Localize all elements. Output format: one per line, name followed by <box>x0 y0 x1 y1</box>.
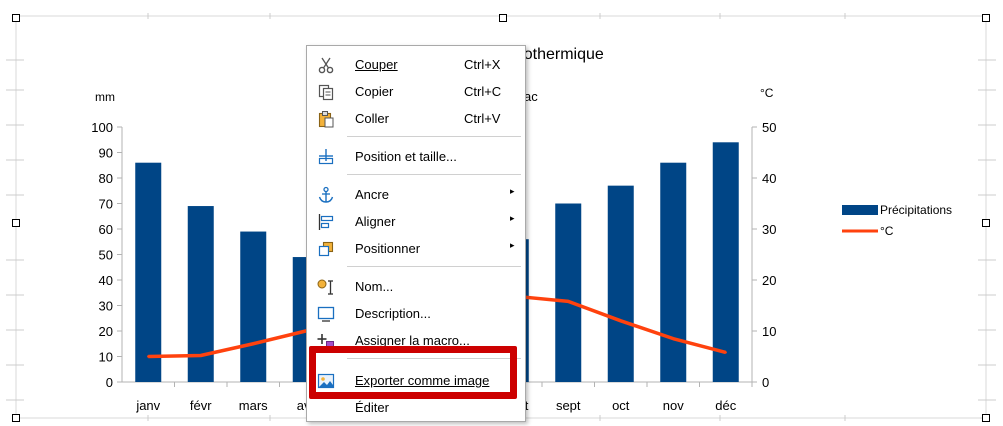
x-tick-label: mars <box>239 398 268 413</box>
menu-item-copy[interactable]: Copier Ctrl+C <box>307 79 525 105</box>
y-left-tick-label: 30 <box>99 299 113 314</box>
scissors-icon <box>318 57 334 74</box>
temperature-point-sept <box>567 300 570 303</box>
x-tick-label: déc <box>715 398 736 413</box>
handle-top-right[interactable] <box>982 14 990 22</box>
legend-label-temperature: °C <box>880 224 894 238</box>
handle-middle-right[interactable] <box>982 219 990 227</box>
bar-mars <box>240 231 267 382</box>
context-menu: Couper Ctrl+X Copier Ctrl+C Coller Ctrl+… <box>306 45 526 422</box>
y-right-tick-label: 20 <box>762 273 776 288</box>
menu-item-export-image[interactable]: Exporter comme image <box>307 368 525 394</box>
temperature-point-déc <box>724 351 727 354</box>
export-image-icon <box>317 373 335 389</box>
description-icon <box>317 306 335 322</box>
y-right-tick-label: 40 <box>762 171 776 186</box>
y-left-tick-label: 40 <box>99 273 113 288</box>
handle-top-center[interactable] <box>499 14 507 22</box>
y-left-tick-label: 0 <box>106 375 113 390</box>
bar-janv <box>135 162 162 382</box>
menu-item-anchor[interactable]: Ancre ▸ <box>307 182 525 208</box>
menu-item-edit[interactable]: Éditer <box>307 395 525 421</box>
submenu-arrow-icon: ▸ <box>510 240 515 250</box>
menu-item-label: Assigner la macro... <box>355 333 470 348</box>
handle-bottom-left[interactable] <box>12 414 20 422</box>
y-left-tick-label: 90 <box>99 146 113 161</box>
bar-oct <box>607 185 634 382</box>
menu-item-align[interactable]: Aligner ▸ <box>307 209 525 235</box>
y-right-tick-label: 50 <box>762 120 776 135</box>
x-tick-label: févr <box>190 398 212 413</box>
menu-item-label: Couper <box>355 57 398 72</box>
handle-bottom-right[interactable] <box>982 414 990 422</box>
menu-item-assign-macro[interactable]: Assigner la macro... <box>307 328 525 354</box>
menu-item-label: Aligner <box>355 214 396 229</box>
bar-sept <box>555 203 582 382</box>
y-right-tick-label: 10 <box>762 324 776 339</box>
menu-item-label: Position et taille... <box>355 149 457 164</box>
x-tick-label: sept <box>556 398 581 413</box>
y-left-tick-label: 50 <box>99 248 113 263</box>
y-left-tick-label: 20 <box>99 324 113 339</box>
x-tick-label: nov <box>663 398 684 413</box>
menu-item-label: Éditer <box>355 400 389 415</box>
menu-item-shortcut: Ctrl+C <box>464 84 502 99</box>
y-left-tick-label: 70 <box>99 197 113 212</box>
menu-item-label: Ancre <box>355 187 389 202</box>
bar-nov <box>660 162 687 382</box>
menu-item-label: Positionner <box>355 241 421 256</box>
macro-icon <box>317 334 334 349</box>
menu-item-label: Description... <box>355 306 431 321</box>
menu-item-label: Coller <box>355 111 389 126</box>
y-left-tick-label: 80 <box>99 171 113 186</box>
temperature-point-oct <box>619 319 622 322</box>
anchor-icon <box>318 186 334 203</box>
y-axis-left: 1009080706050403020100 <box>91 120 113 390</box>
y-right-tick-label: 30 <box>762 222 776 237</box>
menu-separator <box>347 358 521 359</box>
copy-icon <box>318 84 334 101</box>
y-left-tick-label: 10 <box>99 350 113 365</box>
arrange-icon <box>318 241 334 257</box>
menu-item-arrange[interactable]: Positionner ▸ <box>307 236 525 262</box>
y-left-tick-label: 60 <box>99 222 113 237</box>
legend-label-precipitations: Précipitations <box>880 203 952 217</box>
temperature-point-mars <box>252 342 255 345</box>
handle-middle-left[interactable] <box>12 219 20 227</box>
handle-top-left[interactable] <box>12 14 20 22</box>
legend: Précipitations °C <box>842 203 952 238</box>
menu-item-position-size[interactable]: Position et taille... <box>307 144 525 170</box>
name-icon <box>317 279 333 295</box>
y-axis-right: 50 40 30 20 10 0 <box>762 120 776 390</box>
y-axis-right-unit: °C <box>760 86 774 100</box>
menu-item-name[interactable]: Nom... <box>307 274 525 300</box>
position-size-icon <box>318 149 334 165</box>
menu-separator <box>347 136 521 137</box>
menu-item-shortcut: Ctrl+V <box>464 111 501 126</box>
submenu-arrow-icon: ▸ <box>510 186 515 196</box>
y-left-tick-label: 100 <box>91 120 113 135</box>
y-right-tick-label: 0 <box>762 375 769 390</box>
temperature-point-janv <box>147 355 150 358</box>
menu-item-label: Nom... <box>355 279 394 294</box>
menu-item-paste[interactable]: Coller Ctrl+V <box>307 106 525 132</box>
bar-déc <box>712 142 739 382</box>
menu-separator <box>347 266 521 267</box>
menu-item-shortcut: Ctrl+X <box>464 57 501 72</box>
x-tick-label: oct <box>612 398 630 413</box>
legend-swatch-precipitations <box>842 205 878 215</box>
menu-item-cut[interactable]: Couper Ctrl+X <box>307 52 525 78</box>
y-axis-left-unit: mm <box>95 90 115 104</box>
temperature-point-févr <box>199 354 202 357</box>
menu-item-description[interactable]: Description... <box>307 301 525 327</box>
align-icon <box>318 214 334 230</box>
paste-icon <box>318 111 334 128</box>
menu-item-label: Exporter comme image <box>355 373 490 388</box>
menu-item-label: Copier <box>355 84 394 99</box>
temperature-point-nov <box>672 337 675 340</box>
submenu-arrow-icon: ▸ <box>510 213 515 223</box>
x-tick-label: janv <box>135 398 160 413</box>
menu-separator <box>347 174 521 175</box>
